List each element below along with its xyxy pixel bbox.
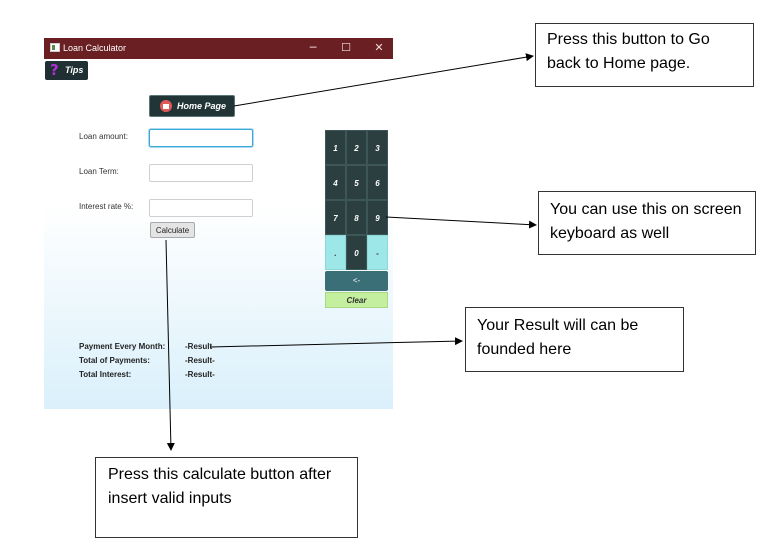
result-callout: Your Result will can be founded here (465, 307, 684, 372)
calculate-arrow (165, 239, 175, 451)
keyboard-callout: You can use this on screen keyboard as w… (538, 191, 756, 255)
keyboard-arrow (385, 216, 537, 229)
home-callout: Press this button to Go back to Home pag… (535, 23, 754, 87)
result-arrow (209, 337, 463, 348)
home-arrow (233, 53, 534, 107)
calculate-callout: Press this calculate button after insert… (95, 457, 358, 538)
